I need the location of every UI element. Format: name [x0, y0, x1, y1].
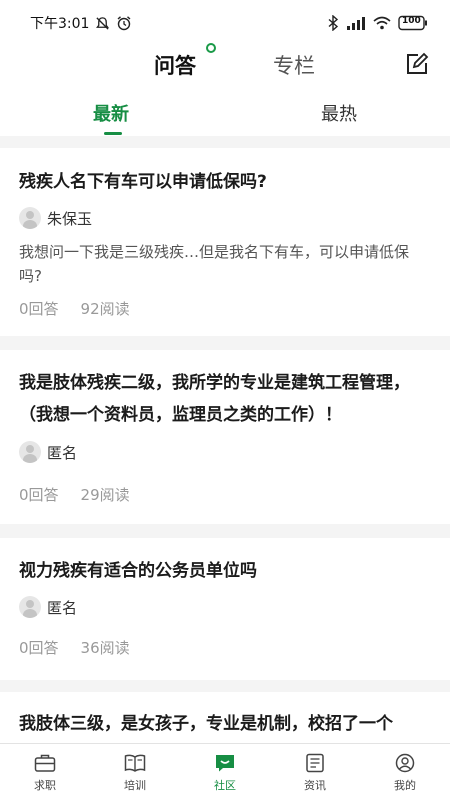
nav-item-me[interactable]: 我的 [360, 744, 450, 800]
mute-icon [95, 16, 110, 31]
signal-icon [346, 16, 366, 30]
author-name: 朱保玉 [47, 209, 93, 228]
post-excerpt: 我想问一下我是三级残疾…但是我名下有车，可以申请低保吗? [19, 243, 410, 285]
nav-item-jobs[interactable]: 求职 [0, 744, 90, 800]
avatar [19, 441, 41, 463]
nav-label: 社区 [214, 779, 236, 792]
post-title: 视力残疾有适合的公务员单位吗 [19, 561, 257, 581]
author-name: 匿名 [47, 443, 78, 462]
post-card[interactable]: 我是肢体残疾二级，我所学的专业是建筑工程管理，（我想一个资料员，监理员之类的工作… [0, 350, 450, 524]
avatar [19, 207, 41, 229]
active-tab-dot-icon [206, 43, 216, 53]
status-bar: 下午3:01 100 [0, 0, 450, 46]
avatar [19, 596, 41, 618]
tab-hottest[interactable]: 最热 [321, 100, 357, 126]
nav-item-community[interactable]: 社区 [180, 744, 270, 800]
post-stats: 0回答 29阅读 [19, 484, 431, 505]
read-count: 36阅读 [80, 639, 130, 657]
answer-count: 0回答 [19, 486, 59, 504]
author-name: 匿名 [47, 598, 78, 617]
active-tab-indicator [104, 132, 122, 135]
answer-count: 0回答 [19, 639, 59, 657]
author-row: 匿名 [19, 440, 431, 464]
status-time: 下午3:01 [30, 16, 90, 32]
bottom-nav: 求职 培训 社区 资讯 我的 [0, 743, 450, 800]
post-feed[interactable]: 残疾人名下有车可以申请低保吗? 朱保玉 我想问一下我是三级残疾…但是我名下有车，… [0, 136, 450, 743]
nav-label: 我的 [394, 779, 416, 792]
author-row: 匿名 [19, 595, 431, 619]
nav-item-training[interactable]: 培训 [90, 744, 180, 800]
post-stats: 0回答 92阅读 [19, 298, 431, 319]
battery-icon: 100 [398, 15, 428, 31]
nav-label: 资讯 [304, 779, 326, 792]
edit-icon[interactable] [405, 52, 429, 76]
top-nav: 问答 专栏 [0, 43, 450, 90]
answer-count: 0回答 [19, 300, 59, 318]
nav-item-news[interactable]: 资讯 [270, 744, 360, 800]
tab-latest[interactable]: 最新 [93, 100, 129, 126]
book-icon [124, 752, 146, 774]
tab-column[interactable]: 专栏 [273, 50, 315, 80]
post-title: 我肢体三级，是女孩子，专业是机制，校招了一个 [19, 714, 393, 734]
post-title: 我是肢体残疾二级，我所学的专业是建筑工程管理，（我想一个资料员，监理员之类的工作… [19, 373, 410, 425]
author-row: 朱保玉 [19, 206, 431, 230]
post-title: 残疾人名下有车可以申请低保吗? [19, 172, 267, 192]
wifi-icon [373, 16, 391, 30]
alarm-icon [116, 15, 132, 31]
post-card[interactable]: 残疾人名下有车可以申请低保吗? 朱保玉 我想问一下我是三级残疾…但是我名下有车，… [0, 148, 450, 336]
sub-tabs: 最新 最热 [0, 96, 450, 136]
nav-label: 培训 [124, 779, 146, 792]
battery-level: 100 [402, 16, 421, 26]
nav-label: 求职 [34, 779, 56, 792]
news-icon [304, 752, 326, 774]
read-count: 29阅读 [80, 486, 130, 504]
read-count: 92阅读 [80, 300, 130, 318]
chat-icon [214, 752, 236, 774]
profile-icon [394, 752, 416, 774]
briefcase-icon [34, 752, 56, 774]
tab-qa[interactable]: 问答 [154, 50, 196, 80]
post-card[interactable]: 视力残疾有适合的公务员单位吗 匿名 0回答 36阅读 [0, 538, 450, 680]
post-stats: 0回答 36阅读 [19, 637, 431, 658]
post-card[interactable]: 我肢体三级，是女孩子，专业是机制，校招了一个 [0, 692, 450, 743]
bluetooth-icon [328, 15, 339, 31]
